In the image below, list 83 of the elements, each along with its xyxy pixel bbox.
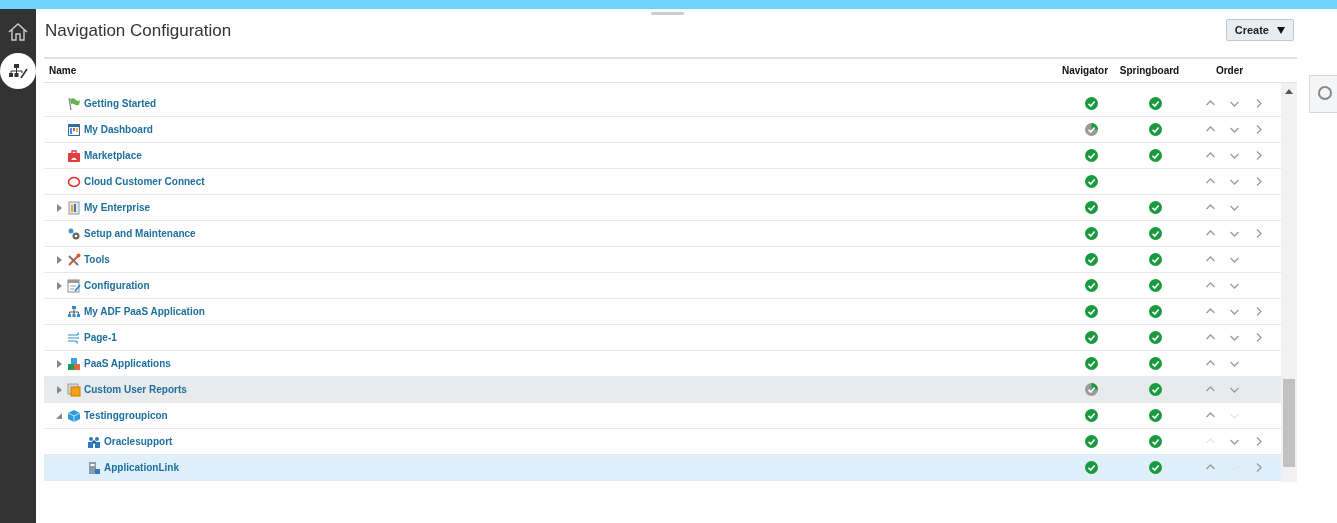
partial-check-icon xyxy=(1084,383,1098,396)
table-row[interactable]: Custom User Reports xyxy=(44,377,1281,403)
building-icon xyxy=(67,200,81,215)
check-icon xyxy=(1149,227,1162,240)
item-link[interactable]: My ADF PaaS Application xyxy=(84,306,205,317)
item-link[interactable]: Marketplace xyxy=(84,150,142,161)
check-icon xyxy=(1149,305,1162,318)
search-icon xyxy=(1316,85,1334,103)
item-link[interactable]: My Dashboard xyxy=(84,124,153,135)
check-icon xyxy=(1149,383,1162,396)
item-link[interactable]: Getting Started xyxy=(84,98,157,109)
item-link[interactable]: Setup and Maintenance xyxy=(84,228,196,239)
expand-triangle-icon xyxy=(55,385,63,394)
check-icon xyxy=(1149,279,1162,292)
check-icon xyxy=(1084,175,1098,188)
check-icon xyxy=(1084,97,1098,110)
item-link[interactable]: Custom User Reports xyxy=(84,384,187,395)
item-link[interactable]: Page-1 xyxy=(84,332,117,343)
search-button[interactable] xyxy=(1309,75,1337,113)
check-icon xyxy=(1084,227,1098,240)
item-link[interactable]: Oraclesupport xyxy=(104,436,173,447)
scroll-up-icon[interactable] xyxy=(1285,89,1293,94)
expand-triangle-icon xyxy=(55,359,63,368)
ring-icon xyxy=(67,174,81,189)
flag-icon xyxy=(67,96,81,111)
check-icon xyxy=(1084,201,1098,214)
gears-icon xyxy=(67,226,81,241)
collapse-triangle-icon xyxy=(55,411,63,420)
scrollbar[interactable] xyxy=(1281,83,1297,482)
item-link[interactable]: Testinggroupicon xyxy=(84,410,168,421)
config-icon xyxy=(67,278,81,293)
hierarchy-edit-icon xyxy=(8,63,28,79)
page-title: Navigation Configuration xyxy=(45,21,232,41)
check-icon xyxy=(1084,305,1098,318)
item-link[interactable]: Cloud Customer Connect xyxy=(84,176,205,187)
check-icon xyxy=(1084,409,1098,422)
caret-icon xyxy=(1277,26,1285,34)
dashboard-icon xyxy=(67,122,81,137)
column-header: Navigator xyxy=(1060,65,1110,76)
column-header: Order xyxy=(1214,65,1245,76)
check-icon xyxy=(1149,461,1162,474)
drag-handle[interactable] xyxy=(651,12,684,15)
column-header: Springboard xyxy=(1118,65,1181,76)
device-icon xyxy=(87,460,101,475)
check-icon xyxy=(1149,97,1162,110)
check-icon xyxy=(1149,331,1162,344)
partial-check-icon xyxy=(1084,123,1098,136)
check-icon xyxy=(1149,149,1162,162)
check-icon xyxy=(1084,435,1098,448)
tools-icon xyxy=(67,252,81,267)
reports-icon xyxy=(67,382,81,397)
scrollbar-thumb[interactable] xyxy=(1283,379,1295,467)
expand-triangle-icon xyxy=(55,281,63,290)
item-link[interactable]: My Enterprise xyxy=(84,202,151,213)
home-icon[interactable] xyxy=(8,23,28,41)
check-icon xyxy=(1084,357,1098,370)
people-icon xyxy=(87,434,101,449)
cube-icon xyxy=(67,408,81,423)
check-icon xyxy=(1149,435,1162,448)
navigation-editor-button[interactable] xyxy=(0,53,36,89)
create-button[interactable]: Create xyxy=(1225,19,1294,41)
check-icon xyxy=(1149,201,1162,214)
item-link[interactable]: ApplicationLink xyxy=(104,462,179,473)
item-link[interactable]: Configuration xyxy=(84,280,150,291)
hierarchy-icon xyxy=(67,304,81,319)
expand-triangle-icon xyxy=(55,255,63,264)
check-icon xyxy=(1084,331,1098,344)
expand-triangle-icon xyxy=(55,203,63,212)
check-icon xyxy=(1084,461,1098,474)
item-link[interactable]: PaaS Applications xyxy=(84,358,171,369)
check-icon xyxy=(1149,409,1162,422)
check-icon xyxy=(1149,357,1162,370)
column-header: Name xyxy=(48,65,78,76)
wind-icon xyxy=(67,330,81,345)
item-link[interactable]: Tools xyxy=(84,254,110,265)
check-icon xyxy=(1149,253,1162,266)
shopping-bag-icon xyxy=(67,148,81,163)
check-icon xyxy=(1149,123,1162,136)
check-icon xyxy=(1084,279,1098,292)
check-icon xyxy=(1084,149,1098,162)
check-icon xyxy=(1084,253,1098,266)
blocks-icon xyxy=(67,356,81,371)
table-row[interactable]: ApplicationLink xyxy=(44,455,1281,481)
